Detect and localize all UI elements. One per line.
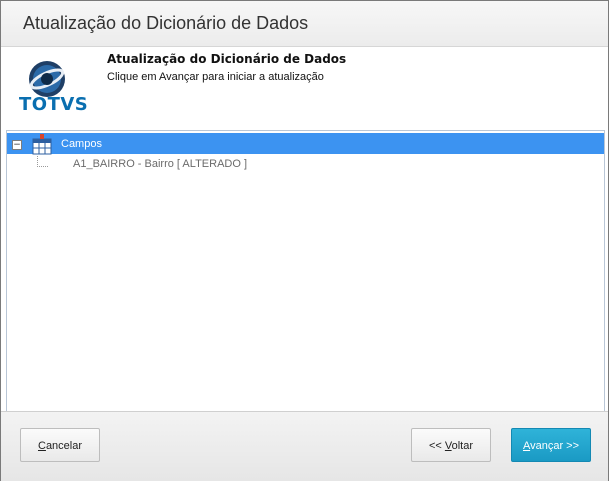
table-icon (32, 134, 52, 155)
tree-node-campos[interactable]: − Campos (7, 133, 604, 155)
window-title: Atualização do Dicionário de Dados (23, 13, 309, 33)
back-button[interactable]: << Voltar (411, 428, 491, 462)
wizard-footer: Cancelar << Voltar Avançar >> (1, 411, 608, 481)
collapse-icon[interactable]: − (12, 140, 22, 150)
next-button[interactable]: Avançar >> (511, 428, 591, 462)
logo-text: TOTVS (19, 94, 89, 115)
dictionary-tree[interactable]: − Campos A1_BAIRRO - Bairro [ ALTERADO ] (6, 130, 605, 412)
dialog-window: Atualização do Dicionário de Dados TOTVS… (0, 0, 609, 481)
cancel-button[interactable]: Cancelar (20, 428, 100, 462)
tree-node-label: Campos (61, 138, 102, 150)
tree-child-item[interactable]: A1_BAIRRO - Bairro [ ALTERADO ] (73, 158, 247, 170)
header-subtitle: Clique em Avançar para iniciar a atualiz… (107, 71, 324, 83)
tree-connector (37, 156, 48, 167)
title-bar: Atualização do Dicionário de Dados (1, 1, 608, 47)
wizard-header: TOTVS Atualização do Dicionário de Dados… (1, 47, 608, 127)
header-title: Atualização do Dicionário de Dados (107, 52, 347, 66)
